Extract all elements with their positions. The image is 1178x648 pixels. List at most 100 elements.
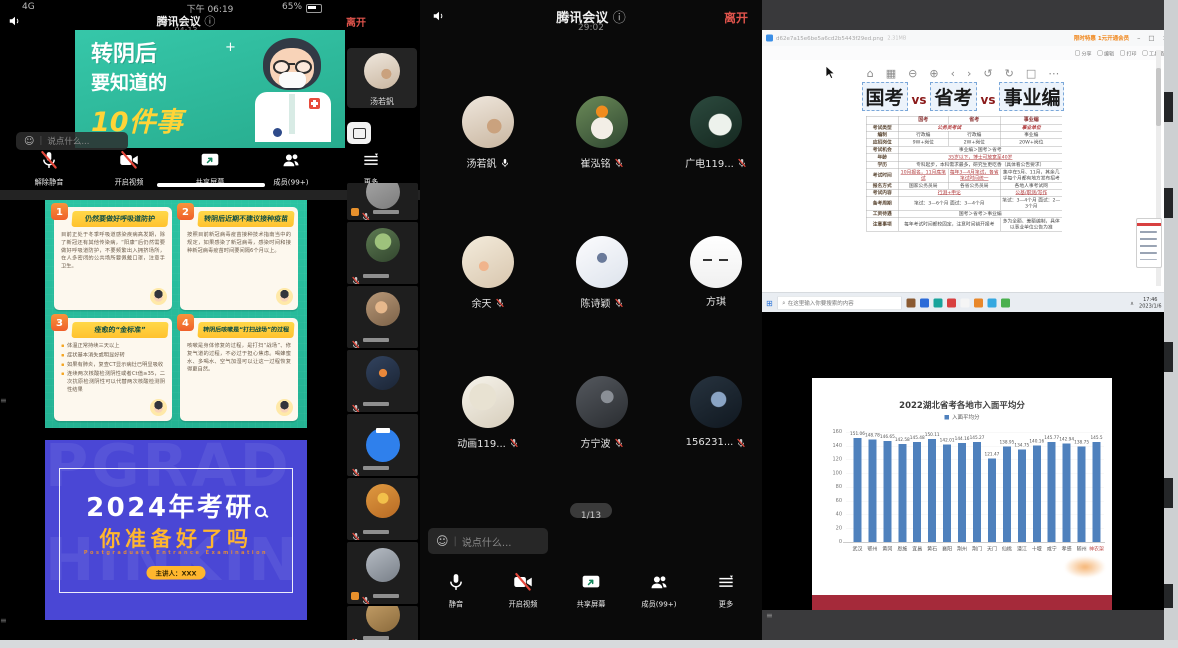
participant-tile[interactable]: 崔泓铭 [547,96,657,172]
mic-on-icon [446,572,466,596]
taskbar-app-icon[interactable] [920,299,929,308]
taskbar-app-icon[interactable] [934,299,943,308]
taskbar-apps [907,299,1011,308]
viewer-tool-icon[interactable]: ↺ [983,67,992,80]
avatar [462,96,514,148]
viewer-tool-icon[interactable]: ‹ [951,67,955,80]
edge-thumbnail-mark [1164,478,1173,508]
host-badge [351,208,359,216]
mic-muted-icon [614,153,624,172]
taskbar-search[interactable]: ⌕在这里输入你要搜索的内容 [778,296,902,310]
bar-value-label: 121.47 [980,452,1003,457]
filmstrip-tile[interactable] [347,414,418,476]
self-video-tile[interactable]: 汤若釩 [347,48,417,108]
viewer-tool-icon[interactable]: ⊕ [929,67,938,80]
left-phone-screenshot: 4G 下午 06:19 65% 腾讯会议 ⓘ 04:13 离开 转阴后 要知道的… [0,0,420,190]
toolbar-members-button[interactable]: 成员(99+) [627,572,691,610]
toolbar-camera-off-button[interactable]: 开启视频 [97,150,161,188]
avatar [366,428,400,462]
minimize-button[interactable]: – [1137,34,1140,42]
participant-tile[interactable]: 陈诗颖 [547,236,657,312]
taskbar-app-icon[interactable] [1001,299,1010,308]
screenshot-icon [353,128,366,139]
participant-tile[interactable]: 汤若釩 [433,96,543,172]
mic-muted-icon [614,293,624,312]
mic-muted-icon [614,433,624,452]
taskbar-app-icon[interactable] [907,299,916,308]
toolbar-share-button[interactable]: 共享屏幕 [559,572,623,610]
viewer-tool-icon[interactable]: ⋯ [1048,67,1059,80]
quick-action-button[interactable]: 打印 [1120,49,1137,57]
viewer-tool-icon[interactable]: ↻ [1005,67,1014,80]
participant-name [363,338,389,342]
mic-muted-icon [351,399,361,409]
toolbar-label: 成员(99+) [273,176,308,186]
participant-tile[interactable]: 动画119... [433,376,543,452]
toolbar-mic-on-button[interactable]: 静音 [424,572,488,610]
filmstrip-tile[interactable] [347,478,418,540]
app-icon [766,35,773,42]
leave-button[interactable]: 离开 [346,14,366,29]
participant-tile[interactable]: 余天 [433,236,543,312]
quick-action-button[interactable]: 编辑 [1098,49,1115,57]
quick-action-button[interactable]: 分享 [1075,49,1092,57]
promo-text[interactable]: 限时特惠 1元开通会员 [1074,34,1129,42]
filmstrip-tile[interactable] [347,286,418,348]
viewer-tool-icon[interactable]: ⊖ [908,67,917,80]
file-size: 2.31MB [887,35,906,41]
participant-tile[interactable]: 广电119... [661,96,771,172]
avatar [364,53,400,89]
x-category-label: 神农架 [1086,545,1108,553]
avatar [366,484,400,518]
bar [1018,449,1026,542]
self-name: 汤若釩 [370,97,394,106]
emoji-icon[interactable]: ☺ [24,136,34,147]
tray-clock[interactable]: 17:462023/1/6 [1139,297,1161,310]
screenshot-button[interactable] [347,122,371,144]
banner-line2: 要知道的 [91,68,167,95]
tray-chevron-icon[interactable]: ∧ [1130,300,1134,307]
filmstrip-tile[interactable] [347,183,418,220]
viewer-tool-icon[interactable]: □ [1026,67,1036,80]
participant-tile[interactable]: 方琪 [661,236,771,308]
toolbar-more-button[interactable]: 更多 [694,572,758,610]
viewer-tool-icon[interactable]: ⌂ [867,67,874,80]
taskbar-app-icon[interactable] [974,299,983,308]
viewer-tool-icon[interactable]: ▦ [886,67,896,80]
action-icon [1098,51,1103,56]
participant-tile[interactable]: 156231... [661,376,771,452]
sparkle-icon: + [225,40,236,55]
dark-footer: ≡ [762,610,1164,640]
mic-muted-icon [361,591,371,601]
preview-thumbnail[interactable] [1136,218,1162,268]
chart-slide: 2022湖北省考各地市入面平均分入面平均分0204060801001201401… [812,378,1112,610]
taskbar-app-icon[interactable] [961,299,970,308]
taskbar-app-icon[interactable] [988,299,997,308]
toolbar-members-button[interactable]: 成员(99+) [259,150,323,188]
mic-muted-icon [737,153,747,172]
maximize-button[interactable]: □ [1148,34,1154,42]
viewer-tool-icon[interactable]: › [967,67,971,80]
edge-thumbnail-mark [1164,92,1173,122]
toolbar-label: 解除静音 [34,176,63,186]
emoji-icon[interactable]: ☺ [436,534,449,548]
y-tick-label: 20 [822,525,842,531]
members-icon [281,150,301,174]
y-tick-label: 60 [822,498,842,504]
taskbar-app-icon[interactable] [947,299,956,308]
toolbar-camera-off-button[interactable]: 开启视频 [491,572,555,610]
filmstrip-tile[interactable] [347,350,418,412]
start-button[interactable]: ⊞ [766,298,773,308]
viewer-toolbar: ⌂ ▦ ⊖ ⊕ ‹ › ↺ ↻ □ ⋯ [762,62,1164,78]
chat-input[interactable]: ☺|说点什么... [428,528,548,554]
toolbar-mic-muted-button[interactable]: 解除静音 [17,150,81,188]
participant-tile[interactable]: 方宁波 [547,376,657,452]
filmstrip-tile[interactable] [347,542,418,604]
avatar [366,183,400,209]
filmstrip-tile[interactable] [347,222,418,284]
participant-name: 156231... [686,437,734,448]
chart-title: 2022湖北省考各地市入面平均分 [812,398,1112,411]
participant-name [363,530,389,534]
edge-mark: ≡ [0,618,9,629]
card-title: 痊愈的“金标准” [94,326,146,334]
